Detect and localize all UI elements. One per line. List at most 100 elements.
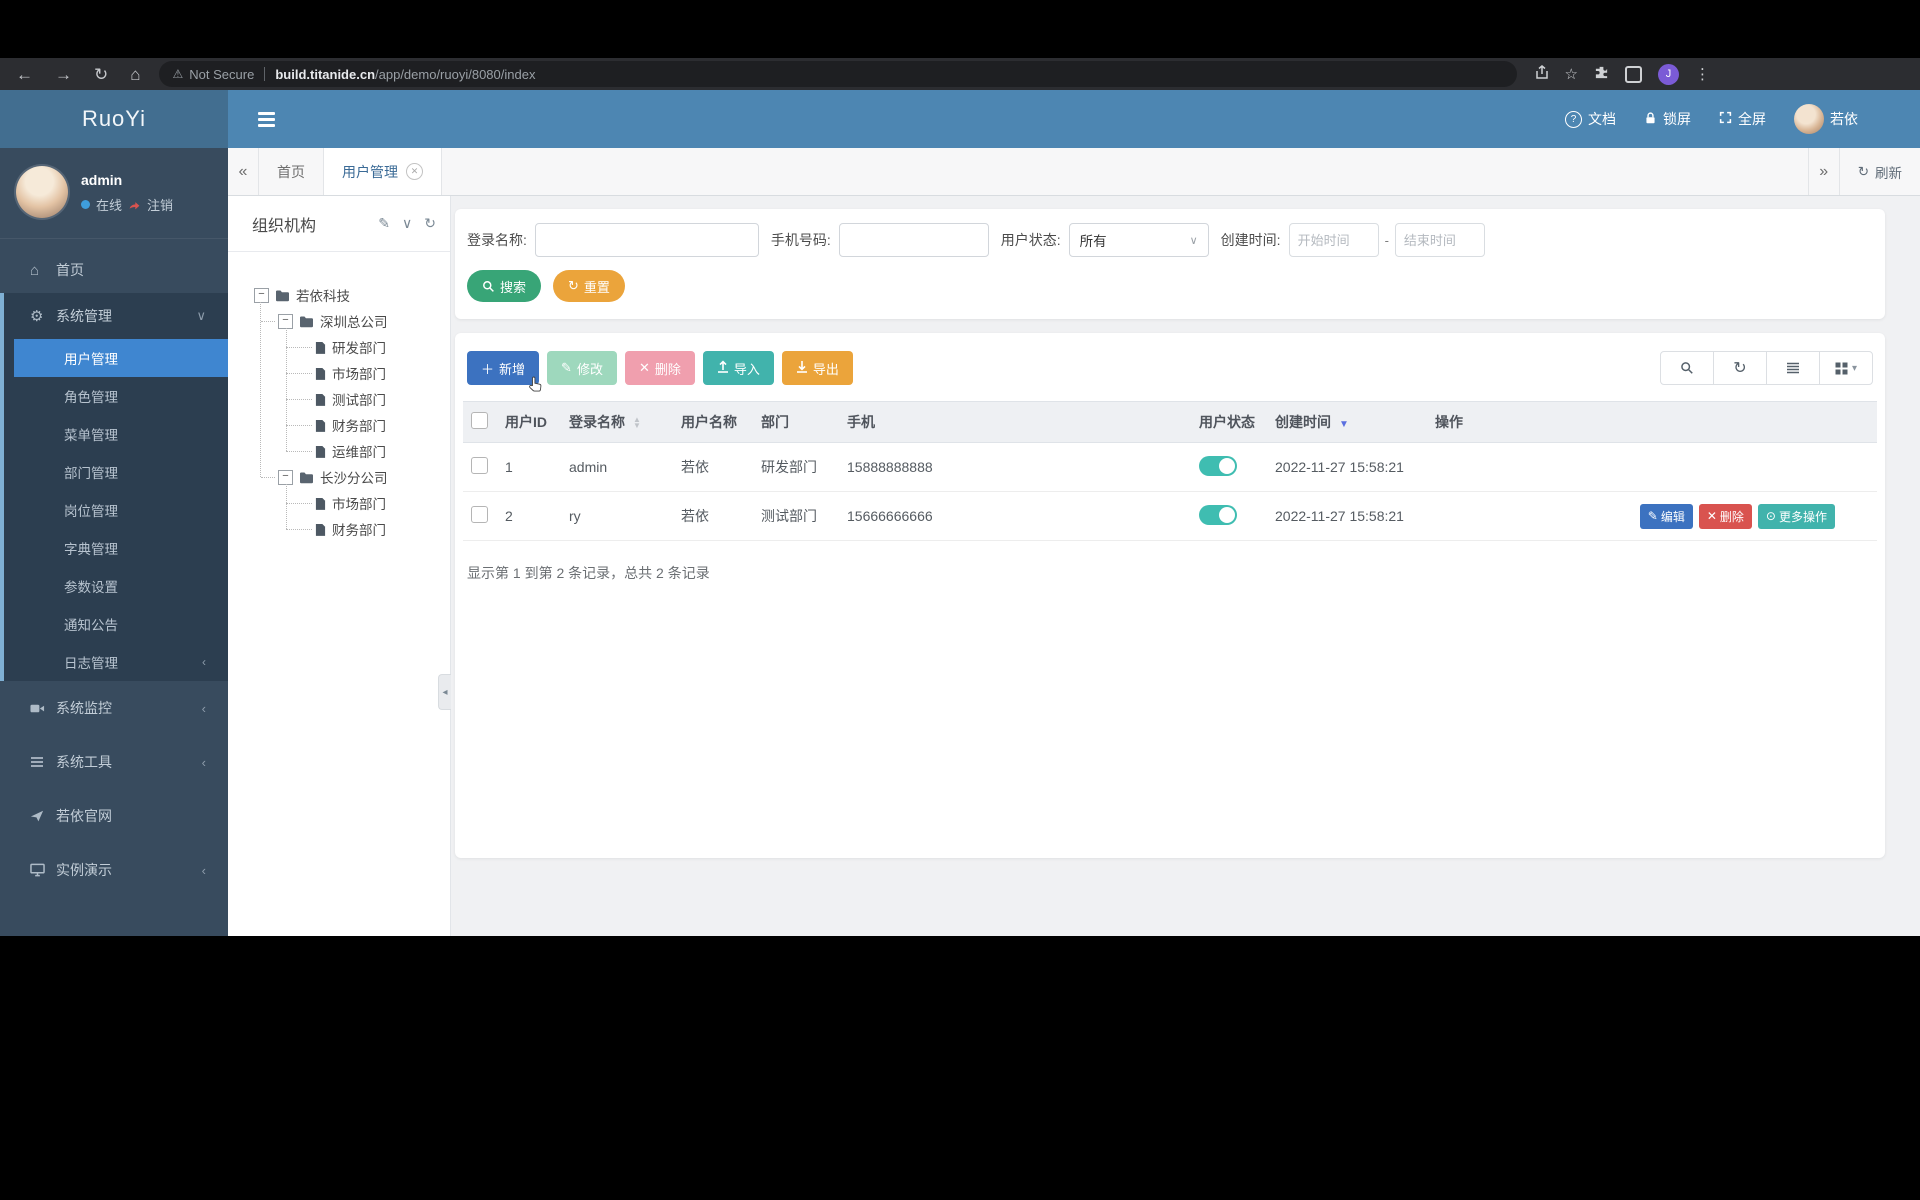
browser-home-icon[interactable]: ⌂ bbox=[130, 66, 140, 83]
status-toggle[interactable] bbox=[1199, 455, 1237, 476]
tree-node[interactable]: 财务部门 bbox=[228, 516, 450, 542]
login-name-input[interactable] bbox=[534, 223, 759, 257]
sidebar-subitem-post-manage[interactable]: 岗位管理 bbox=[0, 491, 228, 529]
header-action-docs[interactable]: ? 文档 bbox=[1565, 109, 1616, 129]
tree-expander-icon[interactable]: − bbox=[254, 287, 269, 303]
delete-button[interactable]: ✕ 删除 bbox=[624, 351, 695, 385]
user-status-select[interactable]: 所有 ∨ bbox=[1068, 223, 1209, 257]
tree-node[interactable]: 运维部门 bbox=[228, 438, 450, 464]
sidebar-item-demo[interactable]: 实例演示 ‹ bbox=[0, 843, 228, 897]
sidebar-subitem-param-config[interactable]: 参数设置 bbox=[0, 567, 228, 605]
import-button[interactable]: 导入 bbox=[702, 351, 774, 385]
tree-node-label: 若依科技 bbox=[296, 289, 350, 304]
sidebar-subitem-dept-manage[interactable]: 部门管理 bbox=[0, 453, 228, 491]
logout-label[interactable]: 注销 bbox=[147, 195, 173, 214]
bookmark-star-icon[interactable]: ☆ bbox=[1565, 67, 1578, 82]
tab-label: 用户管理 bbox=[342, 163, 398, 180]
tree-node[interactable]: − 深圳总公司 bbox=[228, 308, 450, 334]
tree-guide bbox=[260, 302, 261, 477]
tree-node[interactable]: − 若依科技 bbox=[228, 282, 450, 308]
tree-connector bbox=[286, 398, 312, 400]
file-icon bbox=[315, 523, 326, 536]
sidebar-subitem-role-manage[interactable]: 角色管理 bbox=[0, 377, 228, 415]
header-action-current-user[interactable]: 若依 bbox=[1794, 104, 1858, 134]
tree-node[interactable]: 研发部门 bbox=[228, 334, 450, 360]
tab-group-icon[interactable] bbox=[1624, 65, 1642, 83]
sidebar-subitem-menu-manage[interactable]: 菜单管理 bbox=[0, 415, 228, 453]
tree-connector bbox=[286, 372, 312, 374]
tree-chevron-down-icon[interactable]: ∨ bbox=[402, 215, 412, 232]
sidebar-item-system-manage[interactable]: ⚙ 系统管理 ∨ bbox=[0, 293, 228, 339]
tabs-scroll-right-icon[interactable]: » bbox=[1807, 148, 1839, 195]
tab-refresh-button[interactable]: ↻ 刷新 bbox=[1838, 148, 1920, 195]
column-header-created[interactable]: 创建时间 ▼ bbox=[1267, 401, 1427, 443]
header-action-fullscreen[interactable]: 全屏 bbox=[1719, 109, 1766, 129]
export-button[interactable]: 导出 bbox=[781, 351, 853, 385]
sidebar-subitem-user-manage[interactable]: 用户管理 bbox=[14, 339, 228, 377]
brand-logo[interactable]: RuoYi bbox=[0, 90, 228, 148]
phone-input[interactable] bbox=[838, 223, 989, 257]
sort-icon[interactable]: ▲ ▼ bbox=[633, 416, 641, 430]
row-checkbox[interactable] bbox=[471, 457, 488, 474]
grid-icon[interactable]: ▾ bbox=[1819, 351, 1873, 385]
column-header-label: 用户ID bbox=[505, 414, 547, 430]
tree-node[interactable]: 市场部门 bbox=[228, 490, 450, 516]
cell-login: ry bbox=[561, 491, 673, 541]
start-time-input[interactable] bbox=[1288, 223, 1379, 257]
export-button-label: 导出 bbox=[812, 361, 839, 377]
browser-profile-avatar[interactable]: J bbox=[1657, 63, 1679, 85]
tree-expander-icon[interactable]: − bbox=[278, 313, 293, 329]
column-header-login[interactable]: 登录名称 ▲ ▼ bbox=[561, 401, 673, 443]
end-time-input[interactable] bbox=[1394, 223, 1485, 257]
tree-node[interactable]: 测试部门 bbox=[228, 386, 450, 412]
extensions-puzzle-icon[interactable] bbox=[1594, 65, 1609, 83]
tree-node[interactable]: − 长沙分公司 bbox=[228, 464, 450, 490]
url-bar[interactable]: ⚠ Not Secure build.titanide.cn/app/demo/… bbox=[158, 61, 1517, 87]
tree-edit-icon[interactable]: ✎ bbox=[378, 215, 390, 232]
search-button[interactable]: 搜索 bbox=[467, 270, 542, 302]
refresh-icon[interactable]: ↻ bbox=[1713, 351, 1767, 385]
sort-desc-icon[interactable]: ▼ bbox=[1339, 419, 1349, 430]
row-edit-button[interactable]: ✎ 编辑 bbox=[1639, 503, 1693, 529]
not-secure-label: Not Secure bbox=[189, 66, 255, 82]
sidebar-item-system-tools[interactable]: 系统工具 ‹ bbox=[0, 735, 228, 789]
edit-button[interactable]: ✎ 修改 bbox=[547, 351, 617, 385]
tabs-scroll-left-icon[interactable]: « bbox=[228, 148, 259, 195]
row-more-button[interactable]: ⊙ 更多操作 bbox=[1757, 503, 1835, 529]
tree-node[interactable]: 市场部门 bbox=[228, 360, 450, 386]
browser-menu-icon[interactable]: ⋮ bbox=[1695, 67, 1710, 82]
sidebar-item-home[interactable]: ⌂ 首页 bbox=[0, 247, 228, 293]
tree-node[interactable]: 财务部门 bbox=[228, 412, 450, 438]
org-tree: − 若依科技 − 深圳总公司 研发部门 市场部门 测试部门 财务部门 运维部门 − 长沙分公司 市场部… bbox=[228, 252, 450, 542]
add-button[interactable]: ＋新增 bbox=[467, 351, 542, 392]
sidebar-item-ruoyi-site[interactable]: 若依官网 bbox=[0, 789, 228, 843]
forward-icon[interactable]: → bbox=[55, 66, 72, 83]
search-icon[interactable] bbox=[1660, 351, 1714, 385]
tab-home[interactable]: 首页 bbox=[259, 148, 324, 195]
tree-expander-icon[interactable]: − bbox=[278, 469, 293, 485]
user-avatar[interactable] bbox=[16, 166, 68, 218]
sidebar-subitem-notice[interactable]: 通知公告 bbox=[0, 605, 228, 643]
sidebar-subitem-log-manage[interactable]: 日志管理 ‹ bbox=[0, 643, 228, 681]
reset-button[interactable]: ↻ 重置 bbox=[553, 270, 625, 302]
cell-actions: ✎ 编辑 ✕ 删除 ⊙ 更多操作 bbox=[1427, 491, 1877, 541]
tab-bar: « 首页 用户管理 ✕ » ↻ 刷新 bbox=[228, 148, 1920, 196]
home-icon: ⌂ bbox=[30, 261, 40, 279]
back-icon[interactable]: ← bbox=[16, 66, 33, 83]
columns-icon[interactable] bbox=[1766, 351, 1820, 385]
row-checkbox[interactable] bbox=[471, 506, 488, 523]
status-toggle[interactable] bbox=[1199, 504, 1237, 525]
tab-close-icon[interactable]: ✕ bbox=[406, 163, 423, 180]
tree-refresh-icon[interactable]: ↻ bbox=[424, 215, 436, 232]
select-all-checkbox[interactable] bbox=[471, 412, 488, 429]
row-delete-button[interactable]: ✕ 删除 bbox=[1698, 503, 1752, 529]
hamburger-menu-icon[interactable] bbox=[258, 111, 275, 127]
online-status-label[interactable]: 在线 bbox=[96, 195, 122, 214]
tab-user-manage[interactable]: 用户管理 ✕ bbox=[324, 148, 442, 195]
tree-collapse-handle[interactable]: ◂ bbox=[438, 674, 451, 710]
sidebar-item-system-monitor[interactable]: 系统监控 ‹ bbox=[0, 681, 228, 735]
share-icon[interactable] bbox=[1535, 65, 1549, 83]
header-action-lock-screen[interactable]: 锁屏 bbox=[1644, 109, 1691, 129]
sidebar-subitem-dict-manage[interactable]: 字典管理 bbox=[0, 529, 228, 567]
reload-icon[interactable]: ↻ bbox=[94, 66, 108, 83]
